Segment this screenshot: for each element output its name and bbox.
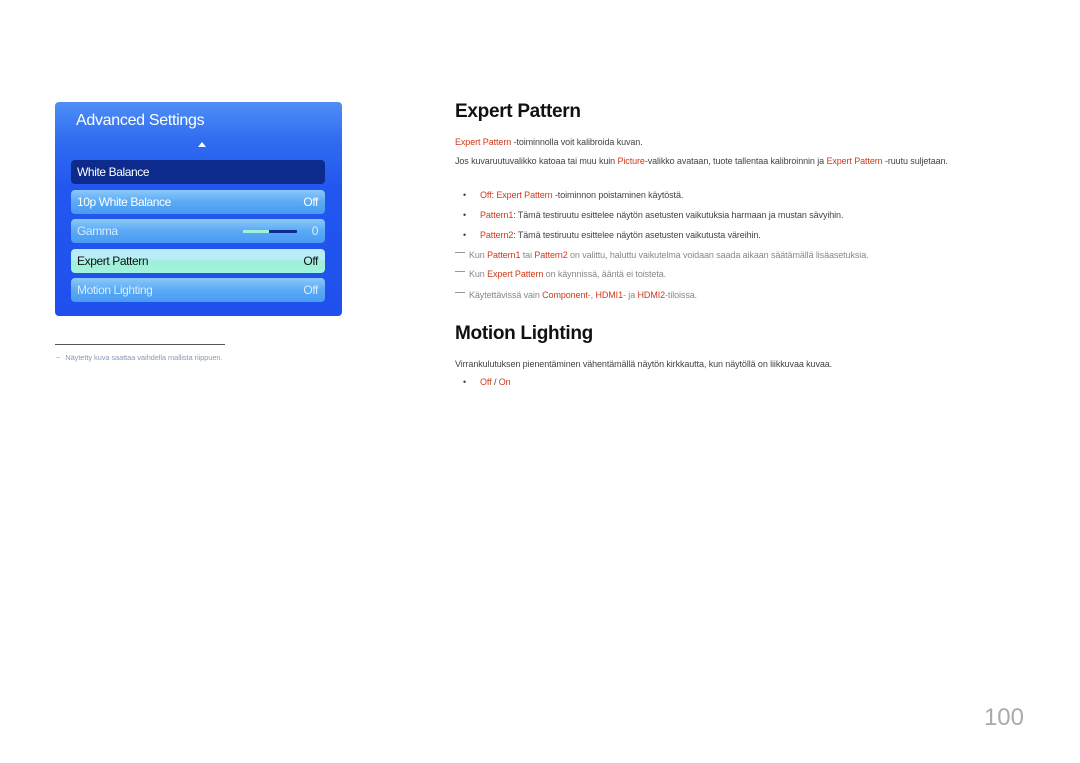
highlight-term: Expert Pattern [826, 156, 883, 166]
highlight-term: Pattern2 [534, 250, 568, 260]
highlight-term: Picture [617, 156, 645, 166]
bullet-dot-icon: • [463, 377, 467, 387]
footnote-dash: − [56, 353, 61, 362]
menu-item-label: White Balance [77, 165, 150, 179]
menu-item-white-balance[interactable]: White Balance [71, 160, 325, 184]
advanced-settings-panel: Advanced Settings White Balance 10p Whit… [55, 102, 342, 316]
bullet-text: : Tämä testiruutu esittelee näytön asetu… [513, 210, 844, 220]
note-text: Kun [469, 269, 488, 279]
menu-item-10p-white-balance[interactable]: 10p White Balance Off [71, 190, 325, 214]
highlight-term: HDMI2 [637, 290, 666, 300]
note-available-modes: Käytettävissä vain Component-, HDMI1- ja… [455, 290, 697, 300]
highlight-term: Expert Pattern [487, 269, 544, 279]
expert-pattern-heading: Expert Pattern [455, 101, 581, 122]
highlight-term: Pattern1 [480, 210, 514, 220]
bullet-pattern2: • Pattern2: Tämä testiruutu esittelee nä… [463, 230, 761, 240]
menu-item-value: Off [303, 283, 318, 297]
desc-text: -valikko avataan, tuote tallentaa kalibr… [644, 156, 827, 166]
separator: / [491, 377, 499, 387]
menu-item-gamma[interactable]: Gamma 0 [71, 219, 325, 243]
menu-item-label: Expert Pattern [77, 254, 149, 268]
bullet-dot-icon: • [463, 230, 467, 240]
note-text: Käytettävissä vain [469, 290, 543, 300]
option-off: Off [480, 377, 492, 387]
intro-text: -toiminnolla voit kalibroida kuvan. [511, 137, 643, 147]
note-text: - ja [623, 290, 638, 300]
note-dash-icon [455, 251, 465, 253]
footnote-text: Näytetty kuva saattaa vaihdella mallista… [65, 353, 223, 362]
highlight-term: Off [480, 190, 492, 200]
menu-item-label: Gamma [77, 224, 118, 238]
highlight-term: Component [542, 290, 588, 300]
note-text: tai [520, 250, 535, 260]
note-text: -tiloissa. [665, 290, 698, 300]
highlight-term: Pattern2 [480, 230, 514, 240]
note-no-sound: Kun Expert Pattern on käynnissä, ääntä e… [455, 269, 666, 279]
page-number: 100 [983, 704, 1024, 731]
gamma-slider-fill [242, 229, 269, 233]
option-on: On [498, 377, 511, 387]
expert-pattern-intro: Expert Pattern -toiminnolla voit kalibro… [455, 136, 995, 149]
motion-lighting-heading: Motion Lighting [455, 323, 593, 344]
bullet-text: -toiminnon poistaminen käytöstä. [552, 190, 684, 200]
menu-item-motion-lighting[interactable]: Motion Lighting Off [71, 278, 325, 302]
note-dash-icon [455, 270, 465, 272]
note-pattern-selection: Kun Pattern1 tai Pattern2 on valittu, ha… [455, 250, 869, 260]
desc-text: Jos kuvaruutuvalikko katoaa tai muu kuin [455, 156, 618, 166]
note-dash-icon [455, 291, 465, 293]
highlight-term: Expert Pattern [455, 137, 512, 147]
menu-item-expert-pattern[interactable]: Expert Pattern Off [71, 249, 325, 273]
desc-text: -ruutu suljetaan. [882, 156, 948, 166]
panel-title: Advanced Settings [76, 112, 205, 129]
footnote-divider [55, 344, 225, 345]
menu-item-value: 0 [311, 224, 319, 238]
bullet-off-on: • Off / On [463, 377, 511, 387]
footnote: − Näytetty kuva saattaa vaihdella mallist… [56, 353, 223, 362]
bullet-pattern1: • Pattern1: Tämä testiruutu esittelee nä… [463, 210, 843, 220]
bullet-off: • Off: Expert Pattern -toiminnon poistam… [463, 190, 683, 200]
note-text: on käynnissä, ääntä ei toisteta. [543, 269, 667, 279]
highlight-term: Pattern1 [487, 250, 521, 260]
note-text: Kun [469, 250, 488, 260]
note-text: on valittu, haluttu vaikutelma voidaan s… [567, 250, 869, 260]
bullet-dot-icon: • [463, 210, 467, 220]
menu-item-value: Off [303, 195, 318, 209]
menu-item-label: 10p White Balance [77, 195, 171, 209]
menu-item-label: Motion Lighting [77, 283, 153, 297]
highlight-term: Expert Pattern [496, 190, 553, 200]
bullet-text: : Tämä testiruutu esittelee näytön asetu… [513, 230, 761, 240]
expert-pattern-description: Jos kuvaruutuvalikko katoaa tai muu kuin… [455, 155, 995, 168]
motion-lighting-description: Virrankulutuksen pienentäminen vähentämä… [455, 359, 833, 369]
menu-item-value: Off [303, 254, 318, 268]
bullet-dot-icon: • [463, 190, 467, 200]
gamma-slider[interactable] [242, 229, 297, 233]
scroll-up-arrow-icon[interactable] [198, 142, 206, 147]
highlight-term: HDMI1 [595, 290, 623, 300]
